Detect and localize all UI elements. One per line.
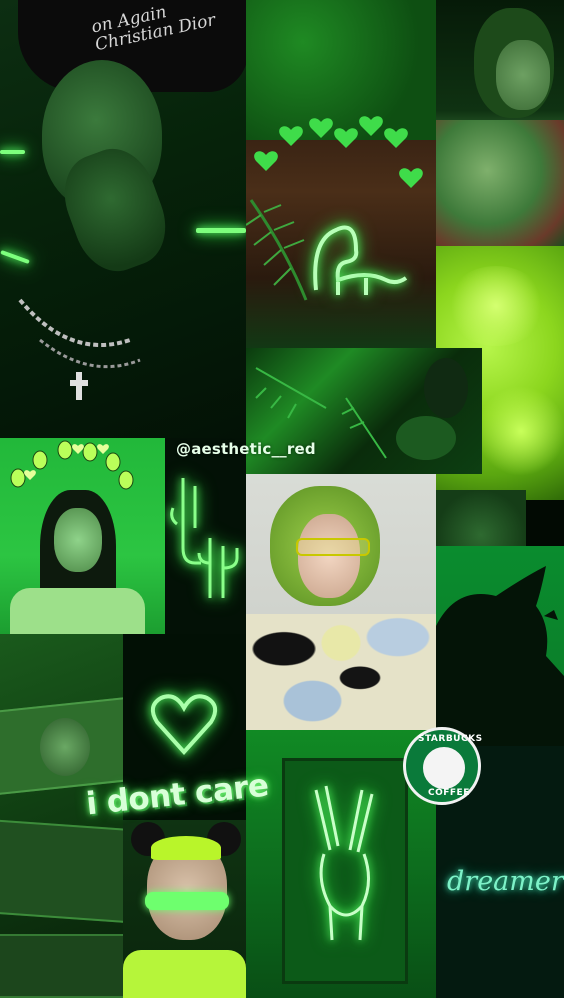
shirt-shape bbox=[10, 588, 145, 634]
sunglasses-shape bbox=[296, 538, 370, 556]
hair-roots bbox=[151, 836, 221, 860]
photo-neon-cactus bbox=[165, 438, 246, 634]
fur-highlight bbox=[446, 266, 546, 346]
siren-emblem-icon bbox=[421, 745, 467, 791]
tiedye-shirt bbox=[436, 120, 564, 246]
watermark-handle: @aesthetic__red bbox=[176, 440, 316, 458]
camo-sweater bbox=[246, 614, 436, 730]
bill-shape bbox=[0, 818, 123, 924]
photo-billie-tiedye bbox=[436, 0, 564, 246]
bill-shape bbox=[0, 934, 123, 998]
neon-cactus-icon bbox=[170, 478, 239, 598]
fur-highlight bbox=[476, 386, 564, 476]
photo-billie-aliens bbox=[0, 438, 165, 634]
photo-billie-camo bbox=[246, 474, 436, 730]
graffiti-shirt bbox=[123, 950, 246, 998]
heart-icons-row bbox=[246, 116, 423, 301]
silhouette-shape bbox=[436, 566, 564, 746]
caption-dreamer: dreamer bbox=[447, 866, 564, 897]
neon-sunglasses bbox=[145, 892, 229, 910]
starbucks-top-text: STARBUCKS bbox=[418, 734, 483, 744]
chain-necklace bbox=[18, 298, 141, 400]
photo-billie-buns bbox=[123, 820, 246, 998]
alien-emoji-arc bbox=[10, 440, 134, 490]
bill-portrait bbox=[40, 718, 90, 776]
face-shape bbox=[54, 508, 102, 572]
photo-billie-cap: on Again Christian Dior bbox=[0, 0, 246, 438]
photo-devil-silhouette bbox=[436, 546, 564, 746]
face-shape bbox=[298, 514, 360, 598]
photo-neon-dino bbox=[246, 0, 436, 348]
starbucks-logo: STARBUCKS COFFEE bbox=[403, 727, 483, 805]
starbucks-bottom-text: COFFEE bbox=[428, 788, 470, 798]
face-shape bbox=[496, 40, 550, 110]
